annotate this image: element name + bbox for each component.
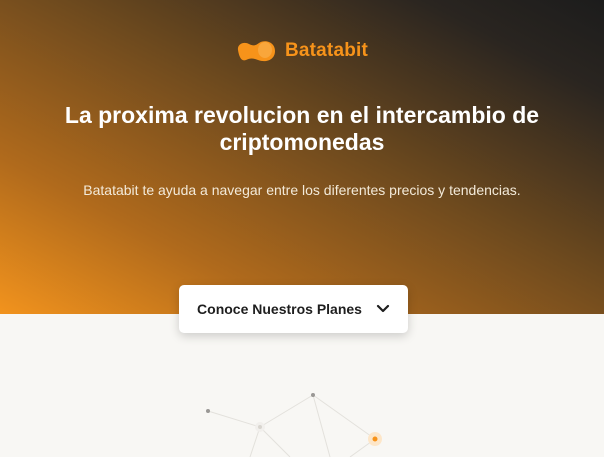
potato-logo-icon [237, 41, 275, 62]
brand-name: Batatabit [284, 40, 369, 61]
plans-button[interactable]: Conoce Nuestros Planes [179, 285, 408, 333]
hero-title: La proxima revolucion en el intercambio … [64, 102, 540, 155]
plans-button-label: Conoce Nuestros Planes [197, 301, 362, 317]
hero-subtitle: Batatabit te ayuda a navegar entre los d… [83, 182, 521, 198]
landing-page: Batatabit La proxima revolucion en el in… [0, 0, 604, 457]
chevron-down-icon [376, 304, 390, 313]
hero-section: Batatabit La proxima revolucion en el in… [0, 0, 604, 314]
brand-logo[interactable]: Batatabit [0, 38, 604, 64]
network-graph-illustration [206, 393, 382, 457]
